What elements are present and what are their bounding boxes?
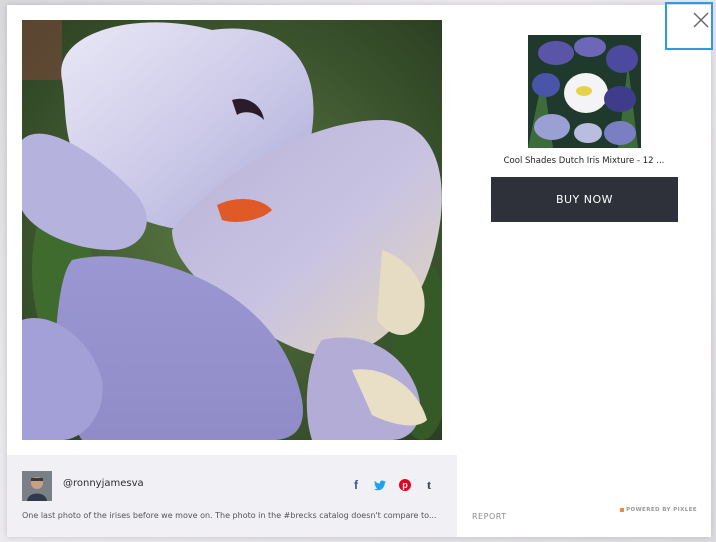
pixlee-logo-icon xyxy=(620,508,625,512)
report-link[interactable]: REPORT xyxy=(472,512,507,521)
caption-text: One last photo of the irises before we m… xyxy=(22,511,437,520)
caption-bar: @ronnyjamesva f p t One last photo of th… xyxy=(7,455,457,537)
product-title[interactable]: Cool Shades Dutch Iris Mixture - 12 ... xyxy=(482,156,686,166)
lightbox-modal: @ronnyjamesva f p t One last photo of th… xyxy=(7,5,711,537)
tumblr-icon[interactable]: t xyxy=(422,477,436,493)
twitter-icon[interactable] xyxy=(373,477,387,493)
avatar[interactable] xyxy=(22,471,52,501)
photo-pane: @ronnyjamesva f p t One last photo of th… xyxy=(7,5,457,537)
product-pane: Cool Shades Dutch Iris Mixture - 12 ... … xyxy=(457,5,711,537)
buy-now-button[interactable]: BUY NOW xyxy=(491,177,678,222)
close-icon xyxy=(667,4,711,48)
svg-text:p: p xyxy=(402,480,408,490)
username-link[interactable]: @ronnyjamesva xyxy=(63,478,144,489)
facebook-icon[interactable]: f xyxy=(349,477,363,493)
close-button[interactable] xyxy=(665,2,713,50)
powered-by-text: POWERED BY PIXLEE xyxy=(626,507,697,513)
iris-photo xyxy=(22,20,442,440)
pinterest-icon[interactable]: p xyxy=(398,477,412,493)
powered-by-badge[interactable]: POWERED BY PIXLEE xyxy=(620,507,697,513)
product-image[interactable] xyxy=(528,35,641,148)
